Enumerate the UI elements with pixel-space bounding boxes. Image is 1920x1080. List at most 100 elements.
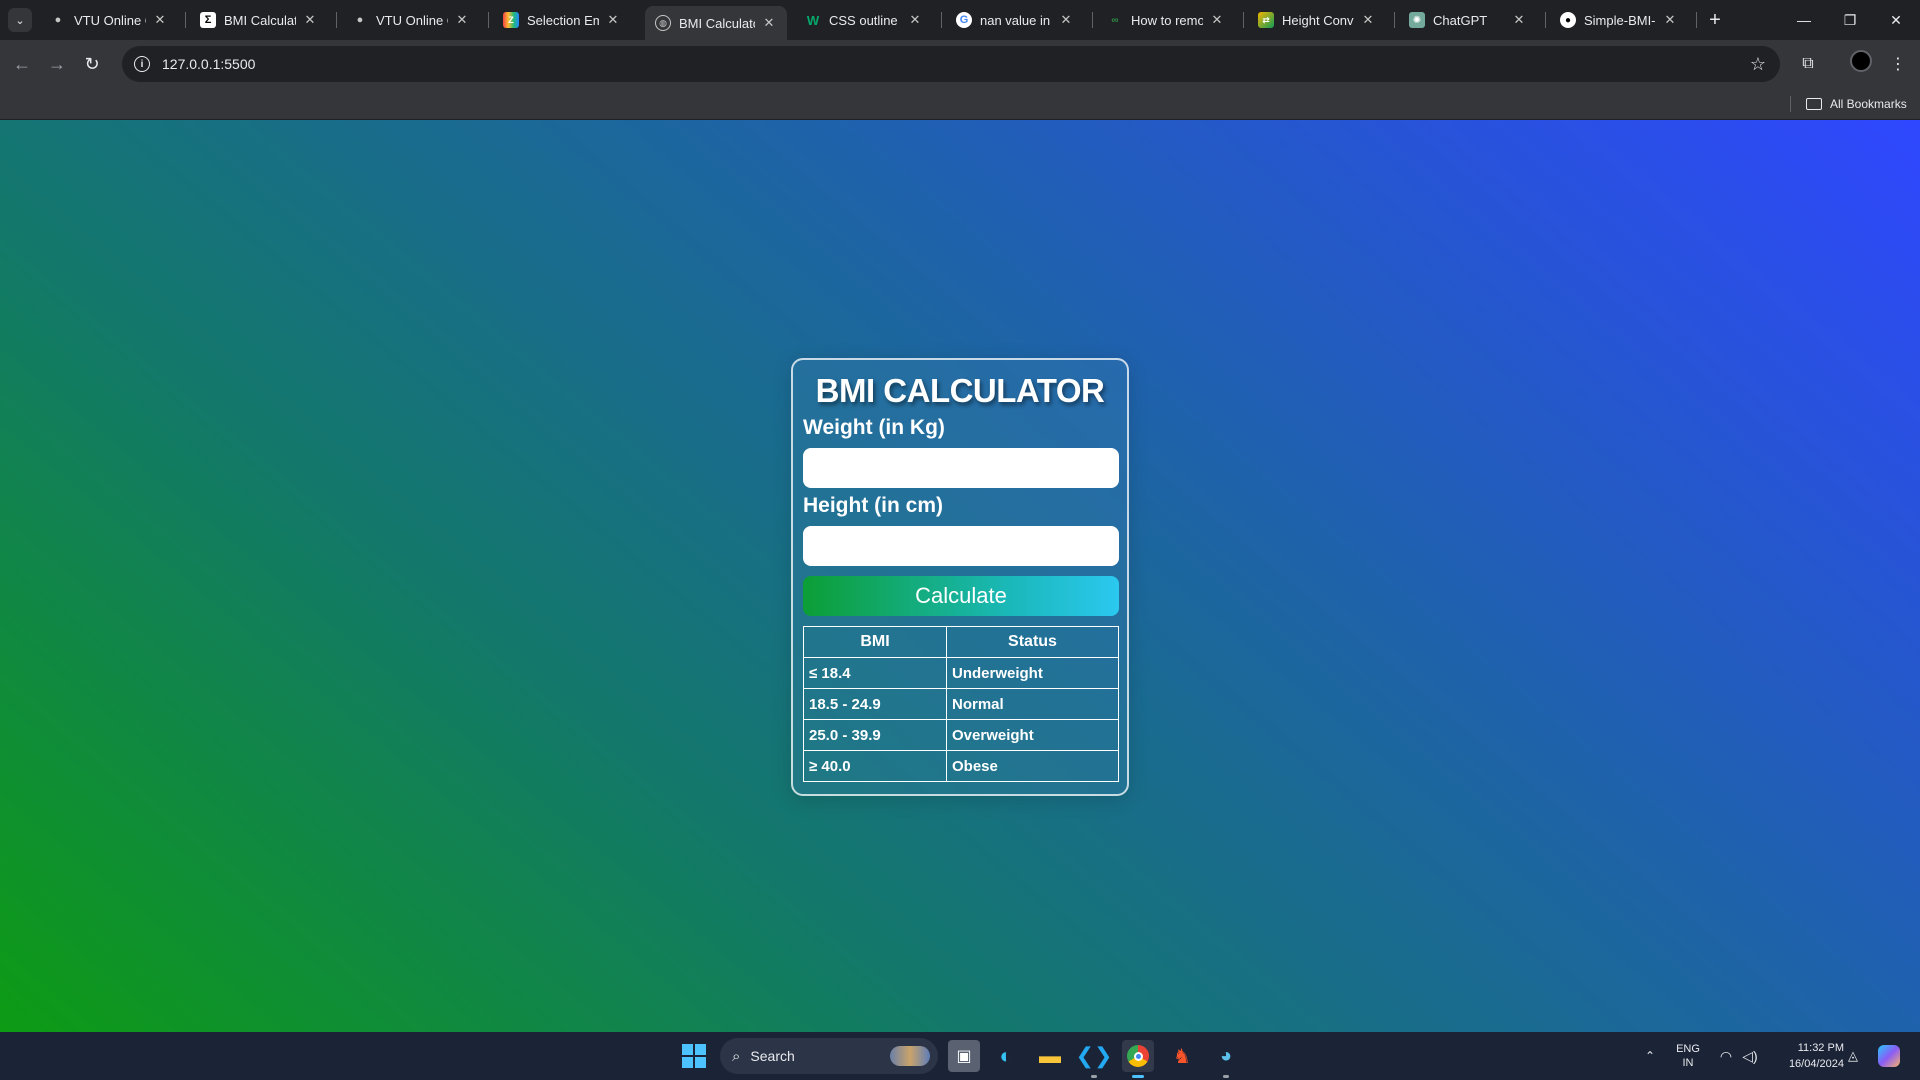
tab-divider [1545,12,1546,28]
table-row: 18.5 - 24.9 Normal [803,688,1119,720]
tab-title: VTU Online Cla [74,12,146,28]
height-input[interactable] [803,526,1119,566]
bmi-range-cell: ≤ 18.4 [803,657,947,689]
close-icon[interactable]: ✕ [907,12,923,28]
file-explorer-icon[interactable]: ▬ [1034,1040,1066,1072]
tab-divider [185,12,186,28]
tab-title: Simple-BMI-Ca [1584,12,1656,28]
notification-bell-icon[interactable]: ◬ [1843,1032,1863,1080]
time-text: 11:32 PM [1797,1042,1844,1054]
tab-divider [1696,12,1697,28]
close-icon[interactable]: ✕ [761,15,777,31]
tab-selection-embed[interactable]: Z Selection Embe ✕ [493,6,631,34]
copilot-logo [1878,1045,1900,1067]
table-header-row: BMI Status [803,626,1119,658]
tab-css-outline[interactable]: W CSS outline Pro ✕ [795,6,933,34]
tab-divider [941,12,942,28]
bmi-range-cell: 25.0 - 39.9 [803,719,947,751]
converter-icon: ⇄ [1258,12,1274,28]
tab-vtu-online-2[interactable]: ● VTU Online Cla ✕ [342,6,480,34]
date-text: 16/04/2024 [1788,1058,1844,1070]
lang-line1: ENG [1676,1043,1700,1055]
tab-title: VTU Online Cla [376,12,448,28]
forward-arrow-icon[interactable]: → [45,52,69,76]
tab-title: CSS outline Pro [829,12,901,28]
close-icon[interactable]: ✕ [454,12,470,28]
tab-bmi-calculator-1[interactable]: Σ BMI Calculator ✕ [190,6,328,34]
tab-chatgpt[interactable]: ✺ ChatGPT ✕ [1399,6,1537,34]
edge-icon[interactable]: ◐ [990,1040,1022,1072]
tab-nan-value[interactable]: G nan value in ja ✕ [946,6,1084,34]
clock[interactable]: 11:32 PM 16/04/2024 [1770,1032,1844,1080]
weight-label: Weight (in Kg) [803,416,945,439]
page-title: BMI CALCULATOR [815,372,1105,409]
url-text: 127.0.0.1:5500 [162,56,256,72]
taskbar-search[interactable]: ⌕ Search [720,1038,938,1074]
volume-icon[interactable]: ◁) [1740,1032,1760,1080]
tab-how-to-remove[interactable]: ∞ How to remove ✕ [1097,6,1235,34]
minimize-icon[interactable]: — [1781,0,1827,40]
tab-bmi-calculator-active[interactable]: ◍ BMI Calculator ✕ [645,6,787,40]
windows-start-icon[interactable] [682,1044,706,1068]
lang-line2: IN [1682,1057,1694,1069]
tab-title: How to remove [1131,12,1203,28]
tab-title: BMI Calculator [224,12,296,28]
tab-divider [488,12,489,28]
address-bar[interactable]: i 127.0.0.1:5500 ☆ [122,46,1780,82]
bookmarks-bar: All Bookmarks [0,88,1920,120]
close-window-icon[interactable]: ✕ [1873,0,1919,40]
copilot-icon[interactable] [1874,1032,1904,1080]
folder-icon [1806,98,1822,110]
tab-vtu-online-1[interactable]: ● VTU Online Cla ✕ [40,6,178,34]
bmi-calculator-card: BMI CALCULATOR Weight (in Kg) Height (in… [791,358,1129,796]
tab-title: nan value in ja [980,12,1052,28]
tab-title: ChatGPT [1433,12,1488,28]
show-hidden-icons[interactable]: ⌃ [1640,1032,1660,1080]
wifi-icon[interactable]: ◠ [1716,1032,1736,1080]
close-icon[interactable]: ✕ [1360,12,1376,28]
tab-title: Height Convert [1282,12,1354,28]
google-icon: G [956,12,972,28]
close-icon[interactable]: ✕ [152,12,168,28]
search-highlight-image [890,1046,930,1066]
tab-search-button[interactable]: ⌄ [8,8,32,32]
vscode-icon[interactable]: ❮❯ [1076,1040,1112,1078]
brave-icon[interactable]: ♞ [1166,1040,1198,1072]
all-bookmarks-button[interactable]: All Bookmarks [1806,94,1907,114]
close-icon[interactable]: ✕ [605,12,621,28]
close-icon[interactable]: ✕ [302,12,318,28]
vtu-icon: ● [356,14,364,26]
new-tab-button[interactable]: + [1703,8,1727,32]
sigma-icon: Σ [200,12,216,28]
site-info-icon[interactable]: i [134,56,150,72]
more-menu-icon[interactable]: ⋮ [1886,52,1910,76]
bookmark-star-icon[interactable]: ☆ [1750,54,1766,75]
close-icon[interactable]: ✕ [1058,12,1074,28]
profile-avatar[interactable] [1850,50,1872,72]
windows-taskbar: ⌕ Search ▣ ◐ ▬ ❮❯ ♞ ◕ ⌃ ENG IN ◠ ◁) 11:3… [0,1032,1920,1080]
task-view-icon[interactable]: ▣ [948,1040,980,1072]
tab-simple-bmi-github[interactable]: ● Simple-BMI-Ca ✕ [1550,6,1688,34]
calculate-button[interactable]: Calculate [803,576,1119,616]
back-arrow-icon[interactable]: ← [10,52,34,76]
tab-title: Selection Embe [527,12,599,28]
reload-icon[interactable]: ↻ [80,52,104,76]
extensions-icon[interactable]: ⧉ [1796,52,1820,76]
weight-input[interactable] [803,448,1119,488]
tab-height-converter[interactable]: ⇄ Height Convert ✕ [1248,6,1386,34]
gfg-icon: ∞ [1111,14,1119,26]
language-indicator[interactable]: ENG IN [1670,1032,1706,1080]
close-icon[interactable]: ✕ [1662,12,1678,28]
restore-icon[interactable]: ❐ [1827,0,1873,40]
table-row: ≤ 18.4 Underweight [803,657,1119,689]
tab-divider [1394,12,1395,28]
close-icon[interactable]: ✕ [1511,12,1527,28]
vtu-icon: ● [54,14,62,26]
table-header-bmi: BMI [803,626,947,658]
chrome-icon[interactable] [1122,1040,1154,1078]
bmi-table: BMI Status ≤ 18.4 Underweight 18.5 - 24.… [803,626,1119,782]
globe-app-icon[interactable]: ◕ [1210,1040,1242,1078]
w3schools-icon: W [806,12,820,28]
browser-toolbar: ← → ↻ i 127.0.0.1:5500 ☆ ⧉ ⋮ [0,40,1920,88]
close-icon[interactable]: ✕ [1209,12,1225,28]
